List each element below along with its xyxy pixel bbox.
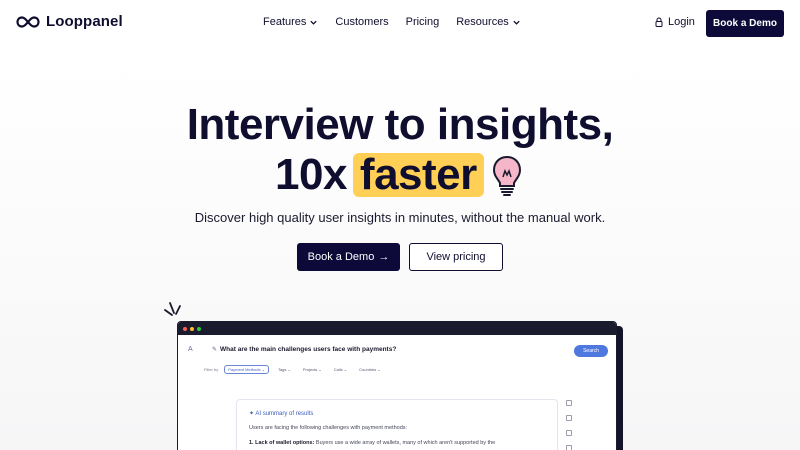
hero-subtitle: Discover high quality user insights in m… [194, 210, 606, 225]
pin-icon[interactable] [566, 445, 572, 450]
side-toolbar [566, 400, 572, 450]
minimize-dot-icon [190, 326, 194, 331]
nav-item-pricing[interactable]: Pricing [406, 16, 440, 28]
hero-title-line2: 10x faster [275, 150, 524, 200]
search-button[interactable]: Search [574, 345, 608, 357]
question-row[interactable]: A ✎ What are the main challenges users f… [188, 346, 396, 353]
book-demo-button[interactable]: Book a Demo → [297, 243, 400, 271]
link-icon[interactable] [566, 415, 572, 421]
close-dot-icon [183, 326, 187, 331]
infinity-logo-icon [16, 15, 40, 28]
filter-chip-tags[interactable]: Tags ⌄ [275, 366, 294, 373]
pencil-icon: ✎ [212, 347, 218, 353]
view-pricing-button[interactable]: View pricing [409, 243, 503, 271]
app-preview-window: A ✎ What are the main challenges users f… [177, 321, 617, 450]
hero-highlight: faster [352, 153, 484, 197]
hero-title-line1: Interview to insights, [186, 100, 614, 149]
avatar: A [188, 346, 193, 353]
nav-item-features[interactable]: Features [263, 16, 318, 28]
ai-summary-item-text: Buyers use a wide array of wallets, many… [314, 440, 496, 446]
filter-chip-calls[interactable]: Calls ⌄ [331, 366, 350, 373]
ai-summary-item: 1. Lack of wallet options: Buyers use a … [249, 440, 495, 446]
login-label: Login [668, 16, 695, 28]
hero-prefix: 10x [275, 150, 347, 199]
ai-summary-item-heading: 1. Lack of wallet options: [249, 440, 315, 446]
nav-item-customers[interactable]: Customers [335, 16, 388, 28]
top-nav: Looppanel Features Customers Pricing Res… [0, 0, 800, 46]
filter-chip-countries[interactable]: Countries ⌄ [356, 366, 384, 373]
nav-item-label: Customers [335, 16, 389, 28]
nav-item-resources[interactable]: Resources [456, 16, 521, 28]
filter-chip-projects[interactable]: Projects ⌄ [300, 366, 325, 373]
bulb-small-icon[interactable] [566, 430, 572, 436]
copy-icon[interactable] [566, 400, 572, 406]
search-query: What are the main challenges users face … [220, 346, 397, 353]
nav-item-label: Resources [456, 16, 509, 28]
lightbulb-icon [492, 155, 521, 196]
window-titlebar [178, 322, 616, 335]
ai-summary-card: ✦ AI summary of results Users are facing… [236, 399, 558, 450]
nav-item-label: Features [263, 16, 307, 28]
lock-icon [655, 17, 663, 27]
ai-summary-intro: Users are facing the following challenge… [249, 425, 408, 431]
filter-label: Filter by [204, 367, 219, 372]
book-demo-nav-button[interactable]: Book a Demo [706, 10, 784, 37]
login-link[interactable]: Login [655, 16, 695, 28]
maximize-dot-icon [197, 326, 201, 331]
nav-item-label: Pricing [405, 16, 440, 28]
filter-bar: Filter by Payment Methods ⌄ Tags ⌄ Proje… [204, 365, 384, 374]
chevron-down-icon [513, 20, 520, 25]
book-demo-label: Book a Demo [307, 251, 375, 263]
brand-name: Looppanel [46, 13, 123, 30]
chevron-down-icon [310, 20, 318, 25]
brand-logo[interactable]: Looppanel [16, 13, 123, 30]
ai-summary-title: ✦ AI summary of results [249, 411, 314, 417]
filter-chip-payment-methods[interactable]: Payment Methods ⌄ [224, 365, 269, 374]
arrow-right-icon: → [378, 251, 390, 263]
main-menu: Features Customers Pricing Resources [263, 16, 538, 28]
